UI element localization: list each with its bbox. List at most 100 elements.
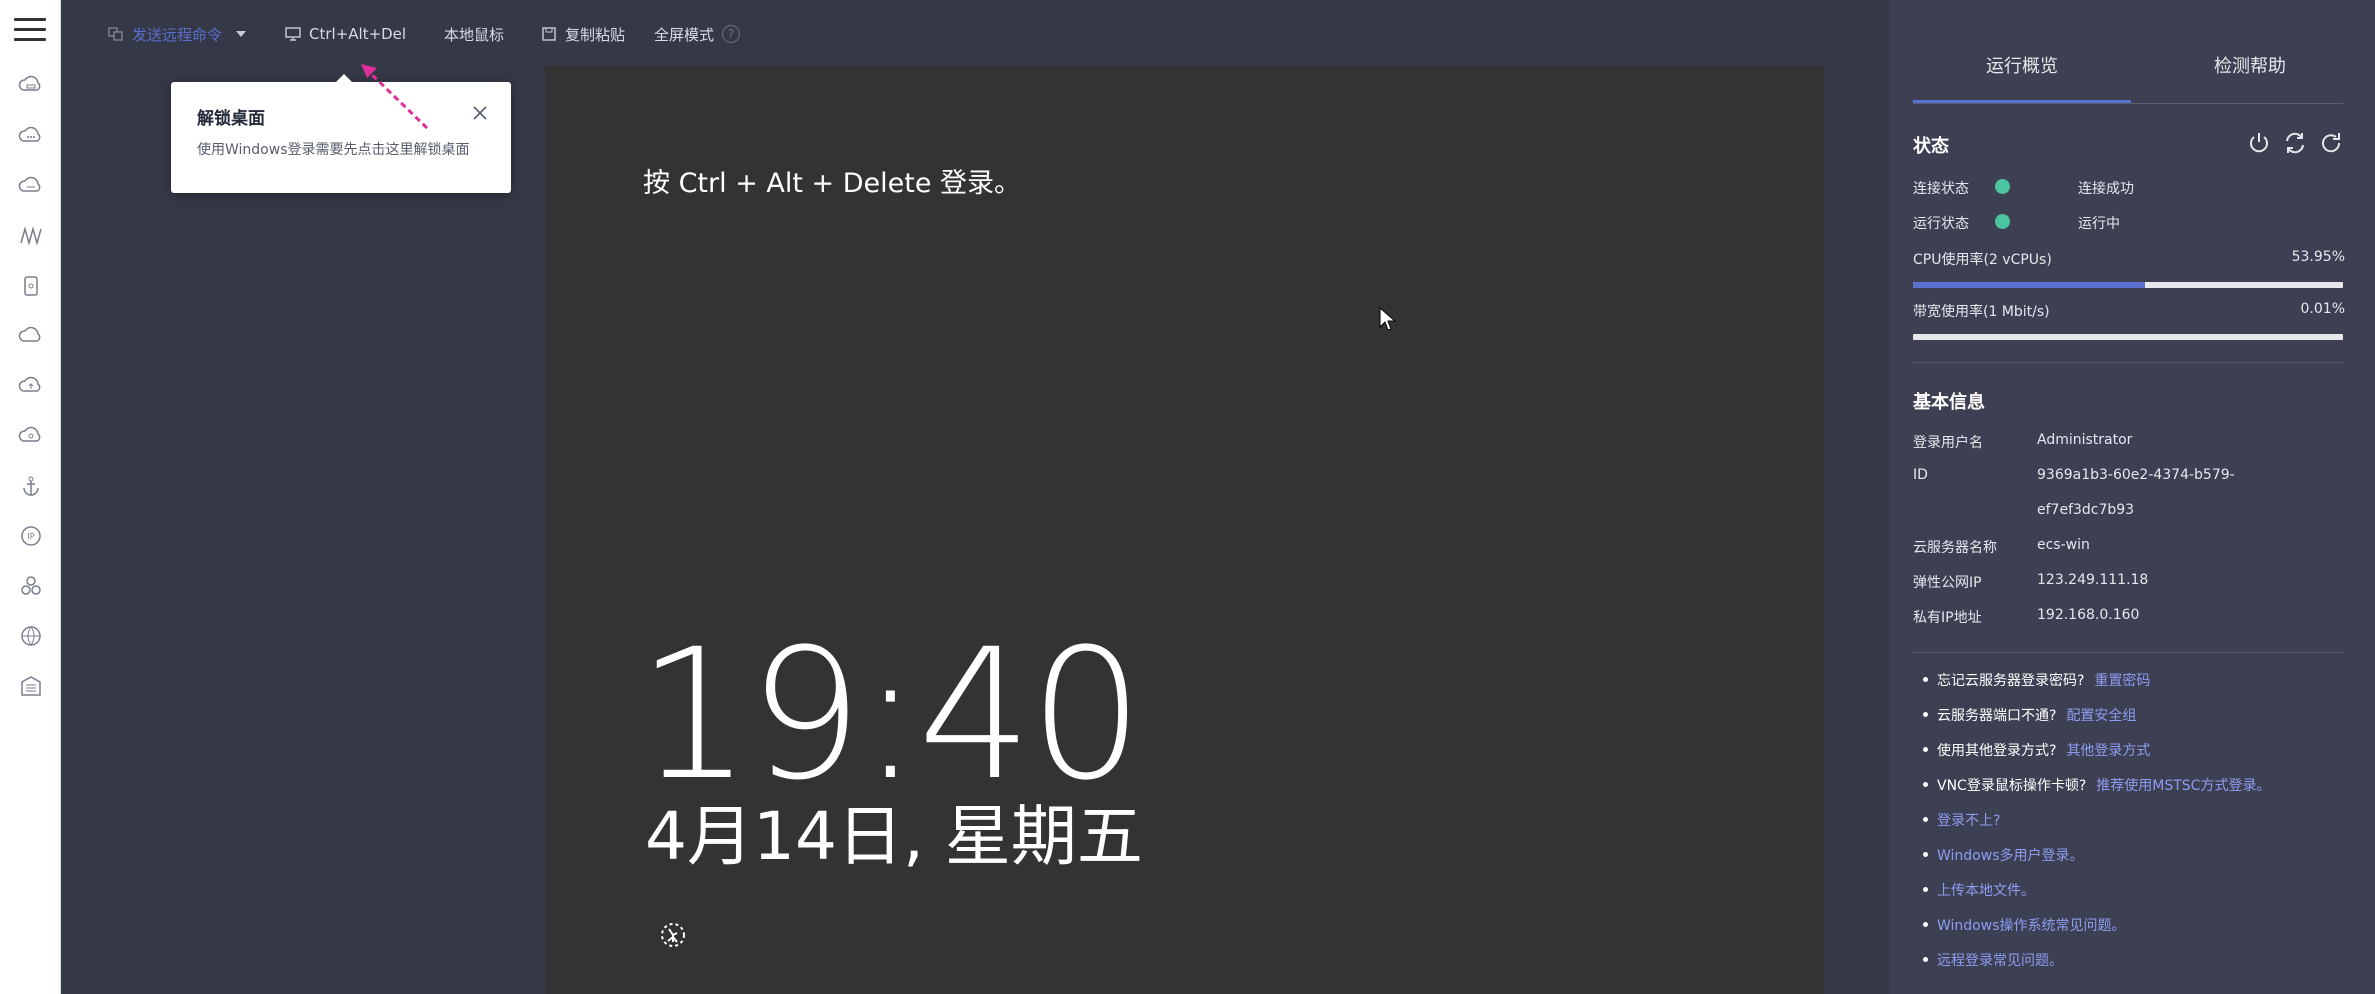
send-command-label: 发送远程命令 <box>132 25 223 44</box>
cpu-usage-label: CPU使用率(2 vCPUs) <box>1913 252 2052 268</box>
bandwidth-usage-label: 带宽使用率(1 Mbit/s) <box>1913 304 2050 320</box>
power-icon[interactable] <box>2246 130 2272 156</box>
cloud-server-icon[interactable] <box>18 73 44 99</box>
ease-of-access-icon[interactable] <box>657 919 689 951</box>
basic-info-title: 基本信息 <box>1913 392 1985 413</box>
cloud-up-icon[interactable] <box>18 373 44 399</box>
clipboard-icon <box>542 27 556 41</box>
help-item-windows-faq: Windows操作系统常见问题。 <box>1913 915 2343 950</box>
connection-status-value: 连接成功 <box>2078 181 2134 197</box>
help-link[interactable]: 登录不上? <box>1937 813 2000 829</box>
instance-id-value-line2: ef7ef3dc7b93 <box>2037 502 2135 518</box>
cpu-usage-fill <box>1913 282 2145 288</box>
chevron-down-icon <box>236 31 247 37</box>
server-name-value: ecs-win <box>2037 537 2090 553</box>
command-icon <box>108 27 123 41</box>
monitor-wave-icon[interactable] <box>18 223 44 249</box>
cloud-dots-icon[interactable] <box>18 123 44 149</box>
popover-title: 解锁桌面 <box>197 109 265 129</box>
help-item-mstsc: VNC登录鼠标操作卡顿? 推荐使用MSTSC方式登录。 <box>1913 775 2343 810</box>
lock-screen-time: 19:40 <box>637 611 1144 820</box>
refresh-icon[interactable] <box>2318 130 2344 156</box>
local-mouse-label: 本地鼠标 <box>444 25 505 44</box>
cloud-gear-icon[interactable] <box>18 423 44 449</box>
lock-screen-date: 4月14日, 星期五 <box>645 798 1143 875</box>
tab-diagnostics[interactable]: 检测帮助 <box>2214 52 2286 78</box>
tab-overview[interactable]: 运行概览 <box>1986 52 2058 78</box>
panel-tabs: 运行概览 检测帮助 <box>1913 0 2343 104</box>
service-nav-rail: IP <box>0 0 61 994</box>
run-status-value: 运行中 <box>2078 216 2120 232</box>
copy-paste-label: 复制粘贴 <box>565 25 626 44</box>
ctrl-alt-del-button[interactable]: Ctrl+Alt+Del <box>285 22 406 46</box>
help-link[interactable]: 上传本地文件。 <box>1937 883 2035 899</box>
database-icon[interactable] <box>18 273 44 299</box>
anchor-icon[interactable] <box>18 473 44 499</box>
cpu-usage-percent: 53.95% <box>2291 249 2345 265</box>
globe-icon[interactable] <box>18 623 44 649</box>
help-link[interactable]: 远程登录常见问题。 <box>1937 953 2063 969</box>
ip-icon[interactable]: IP <box>18 523 44 549</box>
remote-screen[interactable]: 按 Ctrl + Alt + Delete 登录。 19:40 4月14日, 星… <box>545 66 1824 994</box>
fullscreen-label: 全屏模式 <box>654 25 715 44</box>
mouse-pointer-icon <box>1379 307 1397 331</box>
help-link[interactable]: 其他登录方式 <box>2066 743 2150 759</box>
help-item-cannot-login: 登录不上? <box>1913 810 2343 845</box>
help-link[interactable]: Windows多用户登录。 <box>1937 848 2084 864</box>
login-user-value: Administrator <box>2037 432 2133 448</box>
login-user-label: 登录用户名 <box>1913 435 1983 451</box>
hamburger-menu-icon[interactable] <box>14 18 46 46</box>
play-status-icon <box>1995 214 2010 229</box>
local-mouse-button[interactable]: 本地鼠标 <box>444 22 504 46</box>
section-divider <box>1913 362 2343 363</box>
instance-controls <box>2246 130 2344 156</box>
restart-icon[interactable] <box>2282 130 2308 156</box>
ctrl-alt-del-label: Ctrl+Alt+Del <box>309 25 407 43</box>
connection-status-label: 连接状态 <box>1913 181 1969 197</box>
help-question: 忘记云服务器登录密码? <box>1937 673 2085 689</box>
status-section-title: 状态 <box>1913 136 1949 157</box>
private-ip-label: 私有IP地址 <box>1913 610 1982 626</box>
help-item-remote-login-faq: 远程登录常见问题。 <box>1913 950 2343 985</box>
popover-description: 使用Windows登录需要先点击这里解锁桌面 <box>197 142 470 158</box>
eip-value: 123.249.111.18 <box>2037 572 2149 588</box>
send-remote-command-dropdown[interactable]: 发送远程命令 <box>108 22 247 46</box>
help-item-security-group: 云服务器端口不通? 配置安全组 <box>1913 705 2343 740</box>
help-item-upload-file: 上传本地文件。 <box>1913 880 2343 915</box>
help-question: 云服务器端口不通? <box>1937 708 2057 724</box>
eip-label: 弹性公网IP <box>1913 575 1982 591</box>
info-panel: 运行概览 检测帮助 状态 连接状态 连接成功 运行状态 运行中 CPU使用率(2… <box>1889 0 2375 994</box>
annotation-arrow-icon <box>361 64 429 130</box>
help-link[interactable]: 配置安全组 <box>2066 708 2136 724</box>
copy-paste-button[interactable]: 复制粘贴 <box>541 22 625 46</box>
help-question: 使用其他登录方式? <box>1937 743 2057 759</box>
building-icon[interactable] <box>18 673 44 699</box>
unlock-desktop-popover: 解锁桌面 使用Windows登录需要先点击这里解锁桌面 <box>171 74 511 193</box>
cloud-storage-icon[interactable] <box>18 173 44 199</box>
fullscreen-button[interactable]: 全屏模式 ? <box>654 22 741 46</box>
login-hint: 按 Ctrl + Alt + Delete 登录。 <box>643 168 1022 199</box>
help-link[interactable]: 推荐使用MSTSC方式登录。 <box>2096 778 2270 794</box>
bandwidth-usage-bar <box>1913 334 2343 340</box>
help-question: VNC登录鼠标操作卡顿? <box>1937 778 2087 794</box>
instance-id-value-line1: 9369a1b3-60e2-4374-b579- <box>2037 467 2235 483</box>
cloud-sync-icon[interactable] <box>18 323 44 349</box>
popover-arrow <box>336 74 352 82</box>
cluster-icon[interactable] <box>18 573 44 599</box>
help-item-multi-user: Windows多用户登录。 <box>1913 845 2343 880</box>
help-link[interactable]: Windows操作系统常见问题。 <box>1937 918 2126 934</box>
section-divider <box>1913 652 2343 653</box>
help-item-other-login: 使用其他登录方式? 其他登录方式 <box>1913 740 2343 775</box>
help-link[interactable]: 重置密码 <box>2094 673 2150 689</box>
help-question-icon[interactable]: ? <box>722 25 741 43</box>
active-tab-indicator <box>1913 100 2131 103</box>
help-list: 忘记云服务器登录密码? 重置密码 云服务器端口不通? 配置安全组 使用其他登录方式?… <box>1913 670 2343 985</box>
private-ip-value: 192.168.0.160 <box>2037 607 2140 623</box>
server-name-label: 云服务器名称 <box>1913 540 1997 556</box>
remote-toolbar: 发送远程命令 Ctrl+Alt+Del 本地鼠标 复制粘贴 全屏模式 ? <box>61 0 1889 66</box>
close-icon[interactable] <box>471 104 489 122</box>
monitor-icon <box>285 27 301 41</box>
bandwidth-usage-percent: 0.01% <box>2300 301 2345 317</box>
help-item-reset-password: 忘记云服务器登录密码? 重置密码 <box>1913 670 2343 705</box>
instance-id-label: ID <box>1913 467 1928 483</box>
